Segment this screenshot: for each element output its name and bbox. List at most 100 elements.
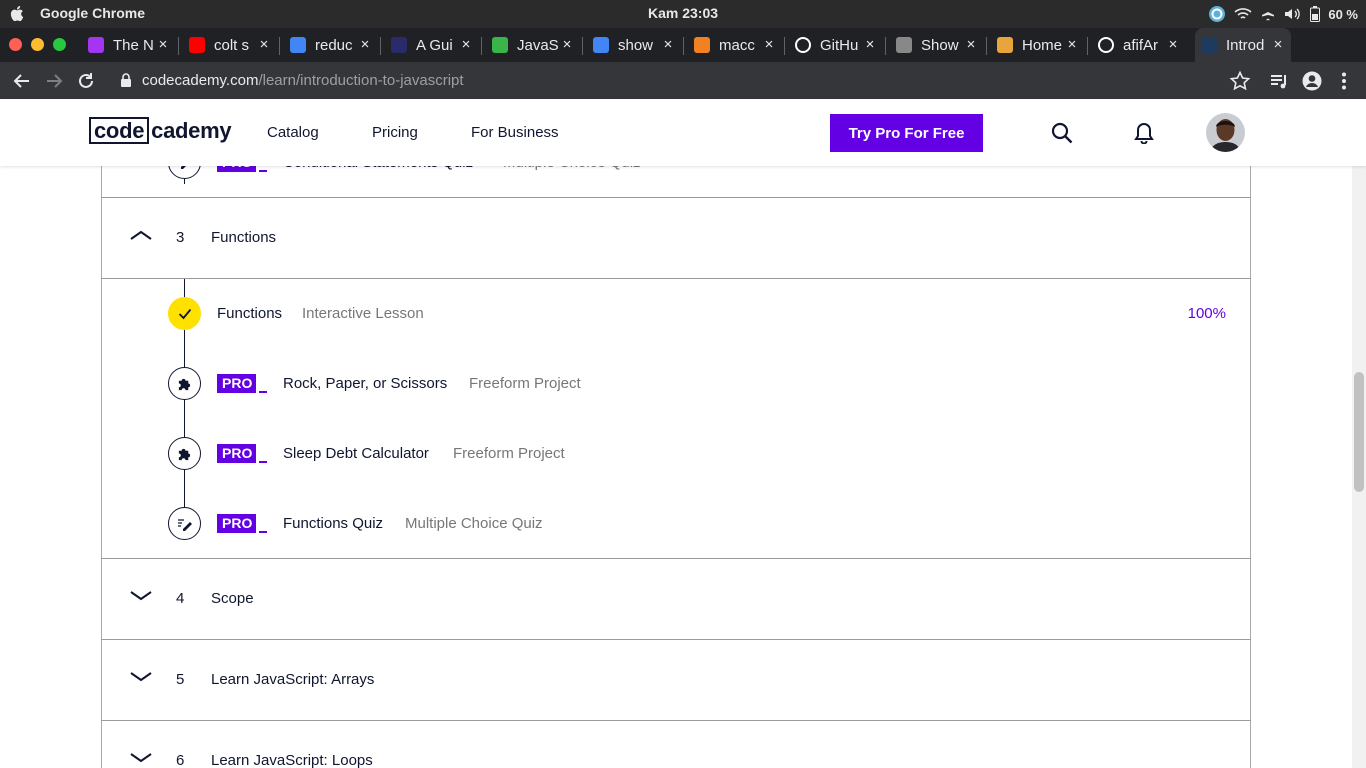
- notification-bell-icon[interactable]: [1134, 122, 1154, 144]
- tab-separator: [885, 37, 886, 55]
- nav-catalog[interactable]: Catalog: [267, 124, 319, 141]
- udemy-icon: [88, 37, 104, 53]
- close-tab-icon[interactable]: ×: [560, 37, 574, 52]
- maximize-window-button[interactable]: [53, 38, 66, 51]
- chapter-title: Learn JavaScript: Loops: [211, 752, 373, 768]
- profile-icon[interactable]: [1301, 70, 1323, 92]
- close-tab-icon[interactable]: ×: [156, 37, 170, 52]
- lesson-item-functions[interactable]: Functions Interactive Lesson 100%: [168, 297, 1228, 331]
- address-bar[interactable]: codecademy.com/learn/introduction-to-jav…: [142, 72, 464, 89]
- chapter-number: 3: [176, 229, 185, 246]
- code-site-icon: [391, 37, 407, 53]
- try-pro-button[interactable]: Try Pro For Free: [830, 114, 983, 152]
- reload-icon[interactable]: [75, 70, 97, 92]
- browser-tab[interactable]: Home ×: [997, 34, 1079, 56]
- browser-tab[interactable]: Show ×: [896, 34, 978, 56]
- browser-tab[interactable]: show ×: [593, 34, 675, 56]
- close-tab-icon[interactable]: ×: [1166, 37, 1180, 52]
- lesson-type: Freeform Project: [469, 375, 581, 392]
- chevron-down-icon: [130, 753, 152, 763]
- close-tab-icon[interactable]: ×: [661, 37, 675, 52]
- chapter-4-header[interactable]: 4 Scope: [101, 559, 1251, 639]
- youtube-icon: [189, 37, 205, 53]
- tab-separator: [582, 37, 583, 55]
- browser-tab[interactable]: GitHu ×: [795, 34, 877, 56]
- browser-tab[interactable]: Introd ×: [1195, 28, 1291, 62]
- github-icon: [795, 37, 811, 53]
- page-content: PRO Conditional Statements Quiz Multiple…: [0, 100, 1366, 768]
- airplane-icon[interactable]: [1260, 6, 1276, 22]
- close-window-button[interactable]: [9, 38, 22, 51]
- codecademy-icon: [1201, 37, 1217, 53]
- browser-tab[interactable]: afifAr ×: [1098, 34, 1180, 56]
- lesson-item-rock-paper-scissors[interactable]: PRO Rock, Paper, or Scissors Freeform Pr…: [168, 367, 1228, 401]
- nav-pricing[interactable]: Pricing: [372, 124, 418, 141]
- puzzle-icon: [168, 367, 201, 400]
- wifi-icon[interactable]: [1234, 7, 1252, 21]
- reading-list-icon[interactable]: [1268, 70, 1290, 92]
- chapter-3-header[interactable]: 3 Functions: [101, 198, 1251, 278]
- lesson-item-functions-quiz[interactable]: PRO Functions Quiz Multiple Choice Quiz: [168, 507, 1228, 541]
- minimize-window-button[interactable]: [31, 38, 44, 51]
- tab-separator: [178, 37, 179, 55]
- checkmark-icon: [168, 297, 201, 330]
- lesson-item-sleep-debt-calculator[interactable]: PRO Sleep Debt Calculator Freeform Proje…: [168, 437, 1228, 471]
- chapter-6-header[interactable]: 6 Learn JavaScript: Loops: [101, 721, 1251, 768]
- menubar-clock[interactable]: Kam 23:03: [0, 5, 1366, 21]
- codecademy-logo[interactable]: code cademy: [89, 117, 232, 144]
- browser-tab[interactable]: A Gui ×: [391, 34, 473, 56]
- browser-tab[interactable]: colt s ×: [189, 34, 271, 56]
- logo-box-text: code: [89, 117, 150, 144]
- pro-badge: PRO: [217, 374, 256, 393]
- lesson-name: Sleep Debt Calculator: [283, 445, 429, 462]
- os-menubar: Google Chrome Kam 23:03 60 %: [0, 0, 1366, 28]
- active-app-name[interactable]: Google Chrome: [40, 5, 145, 21]
- sync-app-icon[interactable]: [1208, 5, 1226, 23]
- avatar[interactable]: [1206, 113, 1245, 152]
- browser-tab[interactable]: reduc ×: [290, 34, 372, 56]
- close-tab-icon[interactable]: ×: [1065, 37, 1079, 52]
- close-tab-icon[interactable]: ×: [459, 37, 473, 52]
- lesson-name: Rock, Paper, or Scissors: [283, 375, 448, 392]
- github-icon: [1098, 37, 1114, 53]
- lesson-type: Freeform Project: [453, 445, 565, 462]
- close-tab-icon[interactable]: ×: [358, 37, 372, 52]
- forward-arrow-icon[interactable]: [43, 70, 65, 92]
- close-tab-icon[interactable]: ×: [964, 37, 978, 52]
- chapter-title: Functions: [211, 229, 277, 246]
- chapter-5-header[interactable]: 5 Learn JavaScript: Arrays: [101, 640, 1251, 720]
- tab-separator: [279, 37, 280, 55]
- search-icon[interactable]: [1051, 122, 1073, 144]
- nav-for-business[interactable]: For Business: [471, 124, 559, 141]
- lesson-name: Functions: [217, 305, 283, 322]
- tab-separator: [784, 37, 785, 55]
- tab-strip: The N × colt s × reduc × A Gui × JavaS × show × macc…: [0, 28, 1366, 83]
- quiz-pencil-icon: [168, 507, 201, 540]
- browser-tab[interactable]: macc ×: [694, 34, 776, 56]
- tab-separator: [481, 37, 482, 55]
- close-tab-icon[interactable]: ×: [257, 37, 271, 52]
- site-header: code cademy Catalog Pricing For Business …: [0, 100, 1366, 166]
- volume-icon[interactable]: [1284, 7, 1302, 21]
- close-tab-icon[interactable]: ×: [1271, 37, 1285, 52]
- chapter-number: 5: [176, 671, 185, 688]
- battery-icon[interactable]: [1310, 6, 1321, 22]
- chevron-down-icon: [130, 672, 152, 682]
- tab-title: Introd: [1226, 36, 1265, 54]
- lock-icon[interactable]: [120, 73, 132, 87]
- close-tab-icon[interactable]: ×: [863, 37, 877, 52]
- tab-separator: [380, 37, 381, 55]
- browser-tab[interactable]: The N ×: [88, 34, 170, 56]
- pro-badge-underline: [259, 461, 267, 463]
- browser-tab[interactable]: JavaS ×: [492, 34, 574, 56]
- bookmark-star-icon[interactable]: [1229, 70, 1251, 92]
- back-arrow-icon[interactable]: [11, 70, 33, 92]
- apple-icon[interactable]: [10, 5, 26, 22]
- scrollbar-thumb[interactable]: [1354, 372, 1364, 492]
- chapter-title: Learn JavaScript: Arrays: [211, 671, 375, 688]
- lesson-type: Multiple Choice Quiz: [405, 515, 543, 532]
- lesson-type: Interactive Lesson: [302, 305, 424, 322]
- kebab-menu-icon[interactable]: [1333, 70, 1355, 92]
- close-tab-icon[interactable]: ×: [762, 37, 776, 52]
- pixel-site-icon: [896, 37, 912, 53]
